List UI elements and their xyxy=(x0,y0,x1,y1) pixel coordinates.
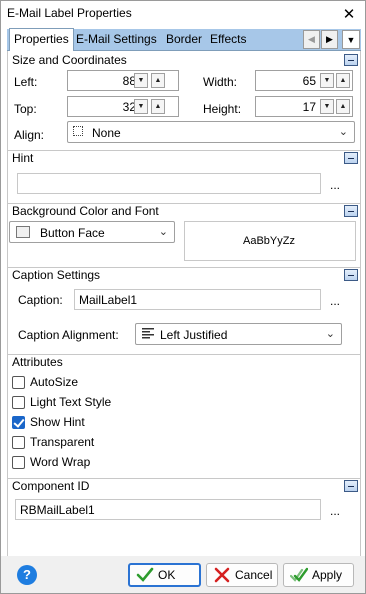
checkbox-box[interactable] xyxy=(12,436,25,449)
component-id-value: RBMailLabel1 xyxy=(20,503,95,517)
section-component-header: Component ID xyxy=(8,478,360,494)
checkmark-icon xyxy=(136,566,154,584)
section-background-title: Background Color and Font xyxy=(12,204,159,218)
caption-alignment-label: Caption Alignment: xyxy=(18,328,119,342)
checkbox-box-checked[interactable] xyxy=(12,416,25,429)
align-value: None xyxy=(92,126,121,140)
width-value: 65 xyxy=(302,74,316,88)
caption-alignment-value: Left Justified xyxy=(160,328,228,342)
left-spinner[interactable]: 88 ▼ ▲ xyxy=(67,70,179,91)
height-value: 17 xyxy=(302,100,316,114)
section-attributes-header: Attributes xyxy=(8,354,360,370)
checkbox-box[interactable] xyxy=(12,396,25,409)
height-decrement-icon[interactable]: ▼ xyxy=(320,99,334,114)
width-spinner[interactable]: 65 ▼ ▲ xyxy=(255,70,353,91)
background-color-dropdown[interactable]: Button Face ⌄ xyxy=(9,221,175,243)
tab-effects[interactable]: Effects xyxy=(206,29,250,51)
align-none-icon xyxy=(73,126,83,136)
width-label: Width: xyxy=(203,75,238,89)
section-attributes-title: Attributes xyxy=(12,355,63,369)
top-spinner[interactable]: 32 ▼ ▲ xyxy=(67,96,179,117)
cancel-button[interactable]: Cancel xyxy=(206,563,278,587)
color-swatch-icon xyxy=(16,226,30,238)
hint-input[interactable] xyxy=(17,173,321,194)
close-icon[interactable]: ✕ xyxy=(337,3,361,25)
cancel-x-icon xyxy=(213,566,231,584)
align-left-icon xyxy=(142,328,154,339)
light-text-style-label: Light Text Style xyxy=(30,395,112,409)
tab-bar: Properties E-Mail Settings Border Effect… xyxy=(7,28,361,51)
collapse-icon[interactable] xyxy=(344,54,358,66)
collapse-icon[interactable] xyxy=(344,269,358,281)
section-component-title: Component ID xyxy=(12,479,90,493)
section-background-header: Background Color and Font xyxy=(8,203,360,219)
section-hint-header: Hint xyxy=(8,150,360,166)
ok-button[interactable]: OK xyxy=(128,563,201,587)
apply-label: Apply xyxy=(312,568,343,582)
word-wrap-label: Word Wrap xyxy=(30,455,91,469)
caption-input[interactable]: MailLabel1 xyxy=(74,289,321,310)
background-color-value: Button Face xyxy=(40,226,105,240)
tab-email-settings[interactable]: E-Mail Settings xyxy=(72,29,161,51)
height-label: Height: xyxy=(203,102,242,116)
font-preview-text: AaBbYyZz xyxy=(243,235,295,247)
section-size-header: Size and Coordinates xyxy=(8,52,360,68)
width-increment-icon[interactable]: ▲ xyxy=(336,73,350,88)
tab-scroll-right-icon[interactable]: ▶ xyxy=(321,30,338,49)
collapse-icon[interactable] xyxy=(344,152,358,164)
collapse-icon[interactable] xyxy=(344,205,358,217)
checkbox-box[interactable] xyxy=(12,376,25,389)
chevron-down-icon: ⌄ xyxy=(325,328,335,340)
double-checkmark-icon xyxy=(289,566,309,584)
section-hint-title: Hint xyxy=(12,151,34,165)
section-caption-header: Caption Settings xyxy=(8,267,360,283)
width-decrement-icon[interactable]: ▼ xyxy=(320,73,334,88)
checkbox-box[interactable] xyxy=(12,456,25,469)
properties-dialog: E-Mail Label Properties ✕ Properties E-M… xyxy=(0,0,366,594)
section-size-title: Size and Coordinates xyxy=(12,53,127,67)
apply-button[interactable]: Apply xyxy=(283,563,354,587)
cancel-label: Cancel xyxy=(235,568,273,582)
caption-value: MailLabel1 xyxy=(79,293,138,307)
height-spinner[interactable]: 17 ▼ ▲ xyxy=(255,96,353,117)
tab-scroll-left-icon[interactable]: ◀ xyxy=(303,30,320,49)
transparent-label: Transparent xyxy=(30,435,95,449)
help-icon[interactable]: ? xyxy=(17,565,37,585)
section-caption-title: Caption Settings xyxy=(12,268,101,282)
collapse-icon[interactable] xyxy=(344,480,358,492)
properties-panel: Size and Coordinates Left: 88 ▼ ▲ Width:… xyxy=(7,51,361,556)
window-title: E-Mail Label Properties xyxy=(7,6,132,20)
autosize-label: AutoSize xyxy=(30,375,79,389)
tab-properties[interactable]: Properties xyxy=(9,28,74,51)
component-id-browse-button[interactable]: ... xyxy=(330,504,340,518)
tab-menu-chevron-down-icon[interactable]: ▼ xyxy=(342,30,360,49)
caption-label: Caption: xyxy=(18,293,63,307)
chevron-down-icon: ⌄ xyxy=(338,126,348,138)
left-decrement-icon[interactable]: ▼ xyxy=(134,73,148,88)
top-label: Top: xyxy=(14,102,37,116)
left-increment-icon[interactable]: ▲ xyxy=(151,73,165,88)
ok-label: OK xyxy=(158,568,176,582)
height-increment-icon[interactable]: ▲ xyxy=(336,99,350,114)
caption-alignment-dropdown[interactable]: Left Justified ⌄ xyxy=(135,323,342,345)
chevron-down-icon: ⌄ xyxy=(158,226,168,238)
align-dropdown[interactable]: None ⌄ xyxy=(67,121,355,143)
top-increment-icon[interactable]: ▲ xyxy=(151,99,165,114)
align-label: Align: xyxy=(14,128,45,142)
dialog-footer: ? OK Cancel Apply xyxy=(1,556,365,593)
tab-border[interactable]: Border xyxy=(162,29,206,51)
font-preview[interactable]: AaBbYyZz xyxy=(184,221,356,261)
caption-browse-button[interactable]: ... xyxy=(330,294,340,308)
show-hint-label: Show Hint xyxy=(30,415,85,429)
top-decrement-icon[interactable]: ▼ xyxy=(134,99,148,114)
component-id-input[interactable]: RBMailLabel1 xyxy=(15,499,321,520)
title-bar: E-Mail Label Properties ✕ xyxy=(1,1,365,27)
left-label: Left: xyxy=(14,75,38,89)
hint-browse-button[interactable]: ... xyxy=(330,178,340,192)
